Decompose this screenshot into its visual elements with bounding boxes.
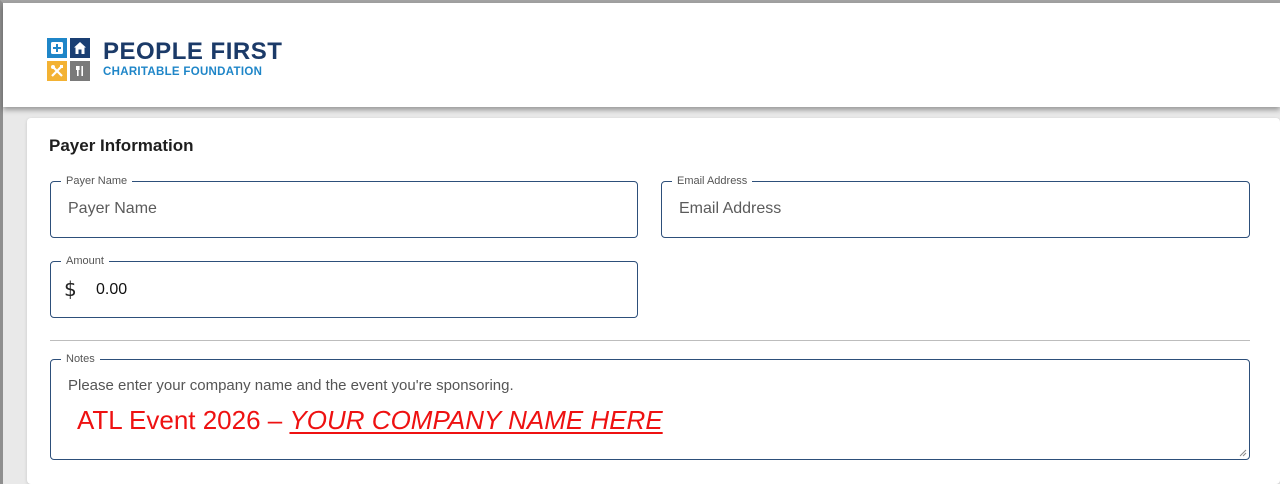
first-aid-icon <box>47 37 67 58</box>
sponsor-annotation: ATL Event 2026 – YOUR COMPANY NAME HERE <box>77 405 663 436</box>
foundation-logo[interactable]: PEOPLE FIRST CHARITABLE FOUNDATION <box>47 31 282 87</box>
section-title: Payer Information <box>49 136 194 155</box>
tools-icon <box>47 60 67 81</box>
divider <box>50 340 1250 341</box>
payer-name-label: Payer Name <box>61 174 133 188</box>
amount-input[interactable] <box>96 281 496 299</box>
company-placeholder-text: YOUR COMPANY NAME HERE <box>289 405 663 435</box>
currency-symbol: $ <box>64 277 77 301</box>
email-input[interactable] <box>679 200 1229 218</box>
logo-title: PEOPLE FIRST <box>103 37 283 65</box>
notes-label: Notes <box>61 352 100 366</box>
event-text: ATL Event 2026 – <box>77 405 290 435</box>
payer-name-input[interactable] <box>68 200 618 218</box>
email-label: Email Address <box>672 174 753 188</box>
amount-label: Amount <box>61 254 109 268</box>
utensils-icon <box>70 60 90 81</box>
payer-name-field: Payer Name <box>50 174 638 238</box>
logo-mark <box>47 37 90 81</box>
site-header: PEOPLE FIRST CHARITABLE FOUNDATION <box>3 3 1280 107</box>
logo-subtitle: CHARITABLE FOUNDATION <box>103 65 263 78</box>
resize-grip-icon[interactable] <box>1238 448 1247 457</box>
email-field: Email Address <box>661 174 1250 238</box>
amount-field: Amount $ <box>50 254 638 318</box>
home-icon <box>70 37 90 58</box>
